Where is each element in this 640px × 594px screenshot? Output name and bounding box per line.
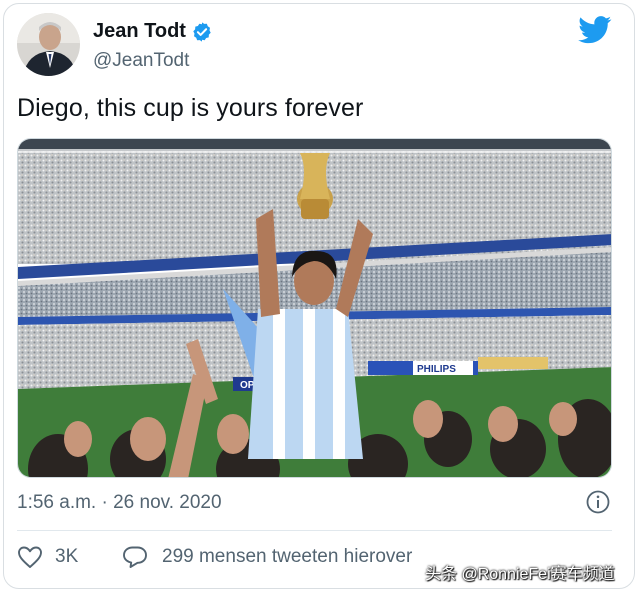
speech-bubble-icon: [123, 546, 147, 568]
avatar[interactable]: [17, 13, 80, 76]
tweet-timestamp[interactable]: 1:56 a.m. · 26 nov. 2020: [17, 492, 222, 514]
divider: [17, 530, 612, 531]
like-button[interactable]: 3K: [17, 545, 78, 569]
tweet-photo[interactable]: OPE PHILIPS: [17, 138, 612, 478]
watermark: 头条 @RonnieFei赛车频道: [425, 566, 615, 583]
twitter-bird-icon[interactable]: [578, 16, 612, 44]
author-display-name[interactable]: Jean Todt: [93, 20, 186, 43]
verified-badge-icon: [193, 21, 211, 42]
author-handle[interactable]: @JeanTodt: [93, 50, 189, 72]
heart-icon: [18, 546, 42, 568]
like-count: 3K: [55, 546, 79, 567]
author-name-row[interactable]: Jean Todt: [93, 20, 213, 43]
info-icon[interactable]: [585, 489, 611, 515]
retweet-count-label: 299 mensen tweeten hierover: [162, 546, 413, 567]
reply-discussion-button[interactable]: 299 mensen tweeten hierover: [122, 545, 412, 569]
tweet-text: Diego, this cup is yours forever: [17, 94, 364, 122]
person-avatar-image: [17, 13, 80, 76]
ad-board-philips: PHILIPS: [417, 364, 456, 375]
stadium-photo: OPE PHILIPS: [18, 139, 611, 477]
